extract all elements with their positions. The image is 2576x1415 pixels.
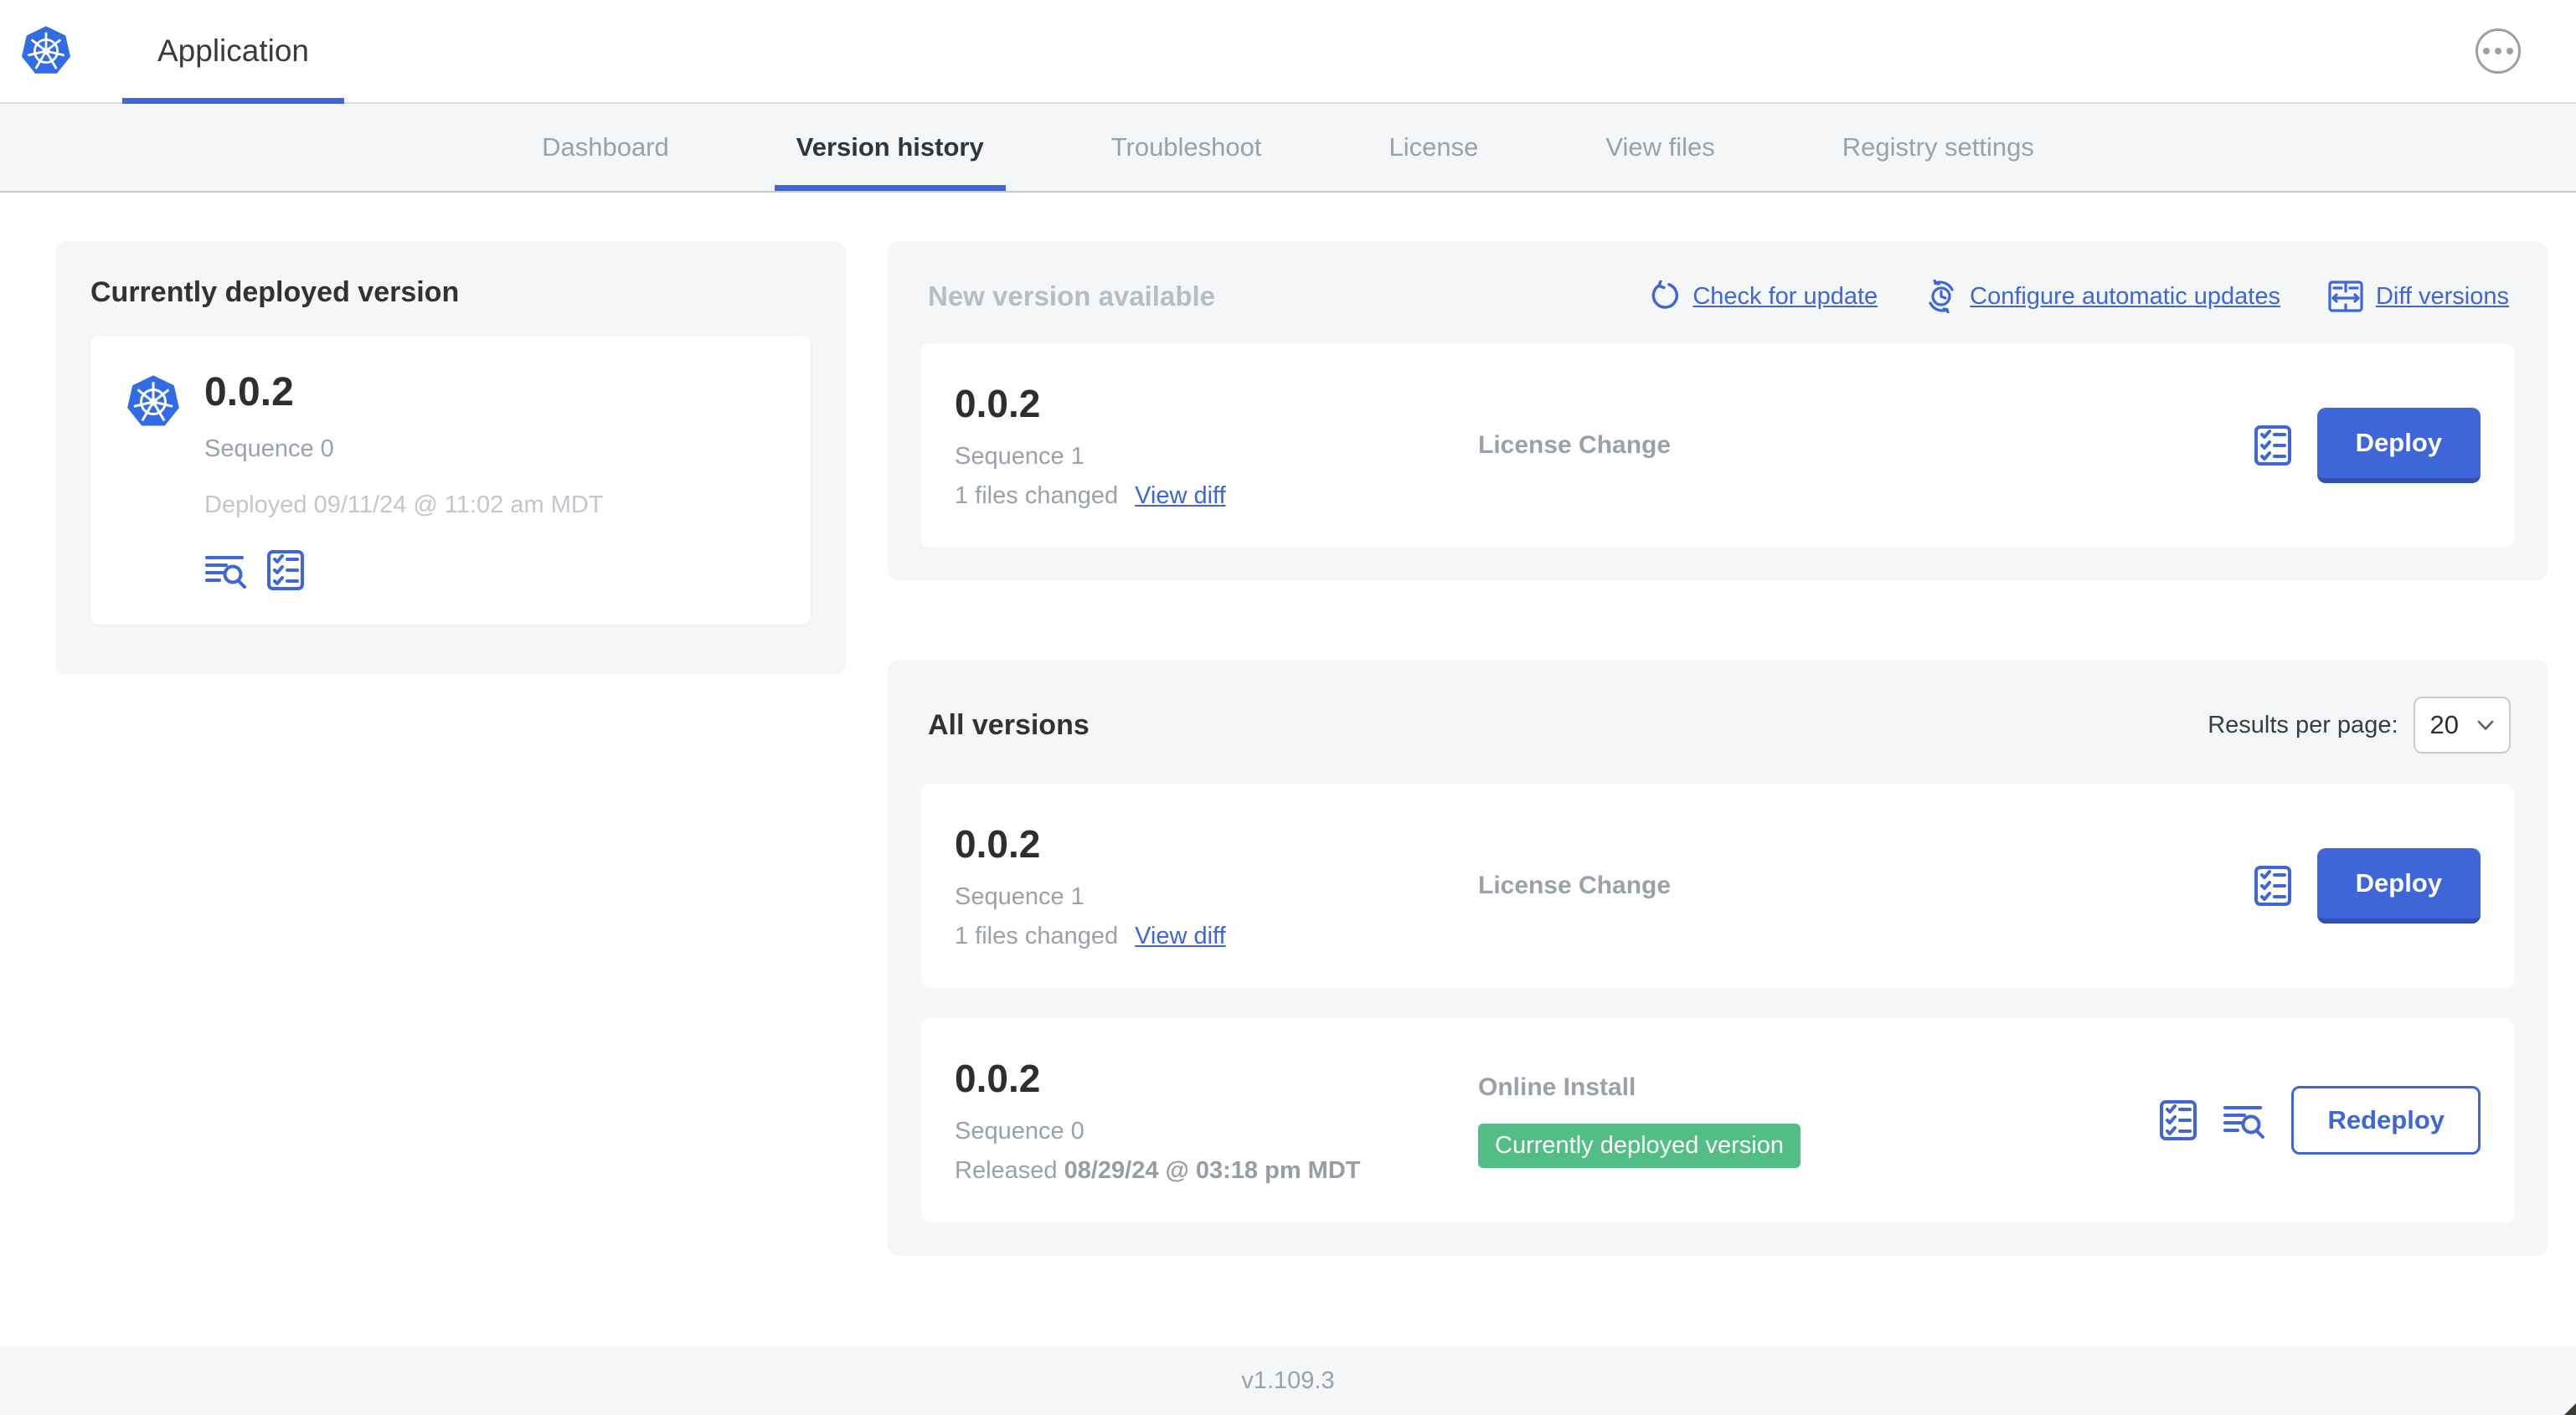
- results-per-page-select[interactable]: 20: [2413, 697, 2511, 754]
- chevron-down-icon: [2477, 720, 2494, 730]
- deploy-button[interactable]: Deploy: [2316, 408, 2481, 483]
- all-versions-title: All versions: [928, 708, 1090, 741]
- clock-update-icon: [1929, 280, 1954, 313]
- diff-versions-link[interactable]: Diff versions: [2327, 280, 2509, 313]
- version-sequence: Sequence 0: [955, 1118, 1084, 1145]
- currently-deployed-card: Currently deployed version 0.0.2 Sequenc…: [55, 241, 846, 675]
- all-versions-card: All versions Results per page: 20 0.0.2 …: [888, 660, 2548, 1256]
- results-per-page-label: Results per page:: [2208, 711, 2398, 738]
- version-number: 0.0.2: [955, 382, 1041, 425]
- version-row-sequence-1: 0.0.2 Sequence 1 1 files changed View di…: [921, 784, 2514, 988]
- version-source-label: License Change: [1478, 872, 1672, 899]
- version-sequence: Sequence 1: [955, 443, 1084, 470]
- checklist-icon[interactable]: [266, 549, 305, 591]
- view-diff-link[interactable]: View diff: [1135, 482, 1226, 510]
- resize-grip-icon: [2564, 1403, 2576, 1415]
- logs-icon[interactable]: [2223, 1102, 2266, 1139]
- tab-dashboard[interactable]: Dashboard: [542, 104, 669, 191]
- tab-version-history[interactable]: Version history: [774, 104, 1006, 191]
- tab-registry-settings[interactable]: Registry settings: [1842, 104, 2034, 191]
- files-changed-label: 1 files changed: [955, 482, 1119, 509]
- version-row-sequence-0: 0.0.2 Sequence 0 Released 08/29/24 @ 03:…: [921, 1018, 2514, 1222]
- tab-view-files[interactable]: View files: [1605, 104, 1714, 191]
- current-version-number: 0.0.2: [204, 370, 294, 414]
- new-version-title: New version available: [928, 280, 1216, 311]
- version-number: 0.0.2: [955, 1057, 1041, 1100]
- kubernetes-logo-icon: [21, 26, 71, 74]
- app-title: Application: [157, 33, 310, 68]
- current-sequence: Sequence 0: [204, 435, 334, 462]
- checklist-icon[interactable]: [2254, 424, 2292, 466]
- logs-icon[interactable]: [204, 552, 248, 589]
- new-version-row: 0.0.2 Sequence 1 1 files changed View di…: [921, 343, 2514, 548]
- nav-tabbar: Dashboard Version history Troubleshoot L…: [0, 104, 2576, 193]
- version-source-label: Online Install: [1478, 1073, 1636, 1101]
- currently-deployed-title: Currently deployed version: [90, 276, 460, 308]
- app-tab-application[interactable]: Application: [122, 0, 345, 104]
- check-for-update-link[interactable]: Check for update: [1649, 280, 1878, 312]
- app-footer: v1.109.3: [0, 1346, 2576, 1415]
- files-changed-label: 1 files changed: [955, 923, 1119, 949]
- tab-license[interactable]: License: [1389, 104, 1479, 191]
- redeploy-button[interactable]: Redeploy: [2291, 1086, 2481, 1155]
- view-diff-link[interactable]: View diff: [1135, 923, 1226, 950]
- currently-deployed-badge: Currently deployed version: [1478, 1123, 1801, 1168]
- kubernetes-app-icon: [127, 375, 179, 426]
- deploy-button[interactable]: Deploy: [2316, 848, 2481, 924]
- version-source-label: License Change: [1478, 431, 1672, 459]
- console-version: v1.109.3: [1241, 1366, 1335, 1394]
- overflow-menu-button[interactable]: [2476, 28, 2521, 74]
- checklist-icon[interactable]: [2254, 865, 2292, 907]
- version-sequence: Sequence 1: [955, 883, 1084, 910]
- configure-automatic-updates-link[interactable]: Configure automatic updates: [1924, 280, 2280, 313]
- currently-deployed-inner-card: 0.0.2 Sequence 0 Deployed 09/11/24 @ 11:…: [90, 336, 811, 625]
- diff-icon: [2328, 280, 2363, 312]
- tab-troubleshoot[interactable]: Troubleshoot: [1111, 104, 1262, 191]
- ellipsis-icon: [2483, 48, 2490, 54]
- version-released-timestamp: Released 08/29/24 @ 03:18 pm MDT: [955, 1157, 1361, 1184]
- main-content: Currently deployed version 0.0.2 Sequenc…: [0, 193, 2576, 1256]
- refresh-icon: [1651, 280, 1679, 309]
- checklist-icon[interactable]: [2159, 1099, 2197, 1141]
- version-number: 0.0.2: [955, 822, 1041, 866]
- current-deployed-timestamp: Deployed 09/11/24 @ 11:02 am MDT: [204, 491, 604, 518]
- app-header: Application: [0, 0, 2576, 104]
- new-version-card: New version available Check for update C…: [888, 241, 2548, 581]
